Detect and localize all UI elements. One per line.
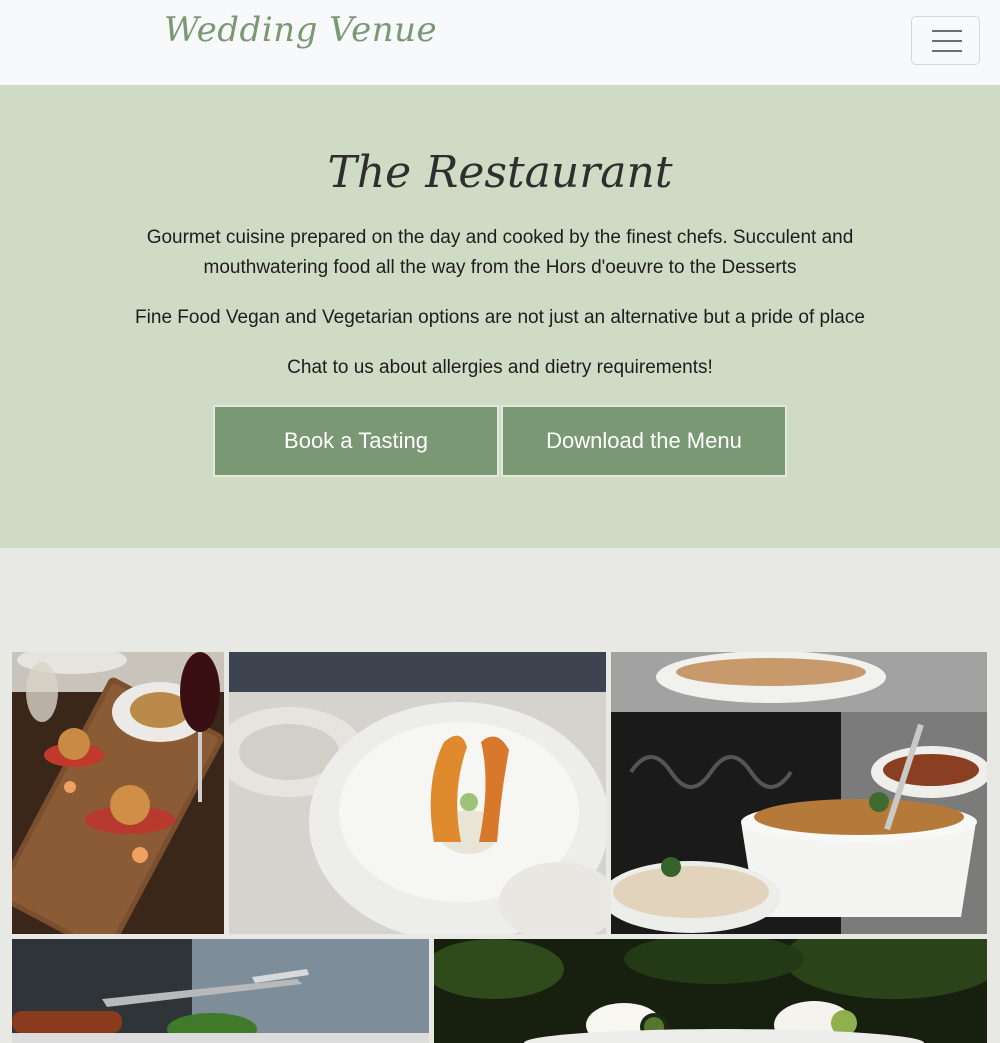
page-title: The Restaurant [327,147,673,198]
brand-logo[interactable]: Wedding Venue [164,10,437,50]
gallery-photo-buffet[interactable] [611,652,987,934]
download-menu-button[interactable]: Download the Menu [501,405,787,477]
menu-toggle-button[interactable] [911,16,980,65]
allergies-paragraph: Chat to us about allergies and dietry re… [287,357,713,378]
gallery-photo-scallops[interactable] [12,652,224,934]
restaurant-hero: The Restaurant Gourmet cuisine prepared … [0,85,1000,548]
gallery-photo-dessert[interactable] [434,939,987,1043]
navbar: Wedding Venue [0,0,1000,85]
hamburger-icon [932,30,962,52]
gallery-photo-fork[interactable] [12,939,429,1043]
book-tasting-button[interactable]: Book a Tasting [213,405,499,477]
vegan-paragraph: Fine Food Vegan and Vegetarian options a… [135,307,865,328]
intro-paragraph: Gourmet cuisine prepared on the day and … [146,227,854,278]
gallery-photo-shrimp[interactable] [229,652,606,934]
